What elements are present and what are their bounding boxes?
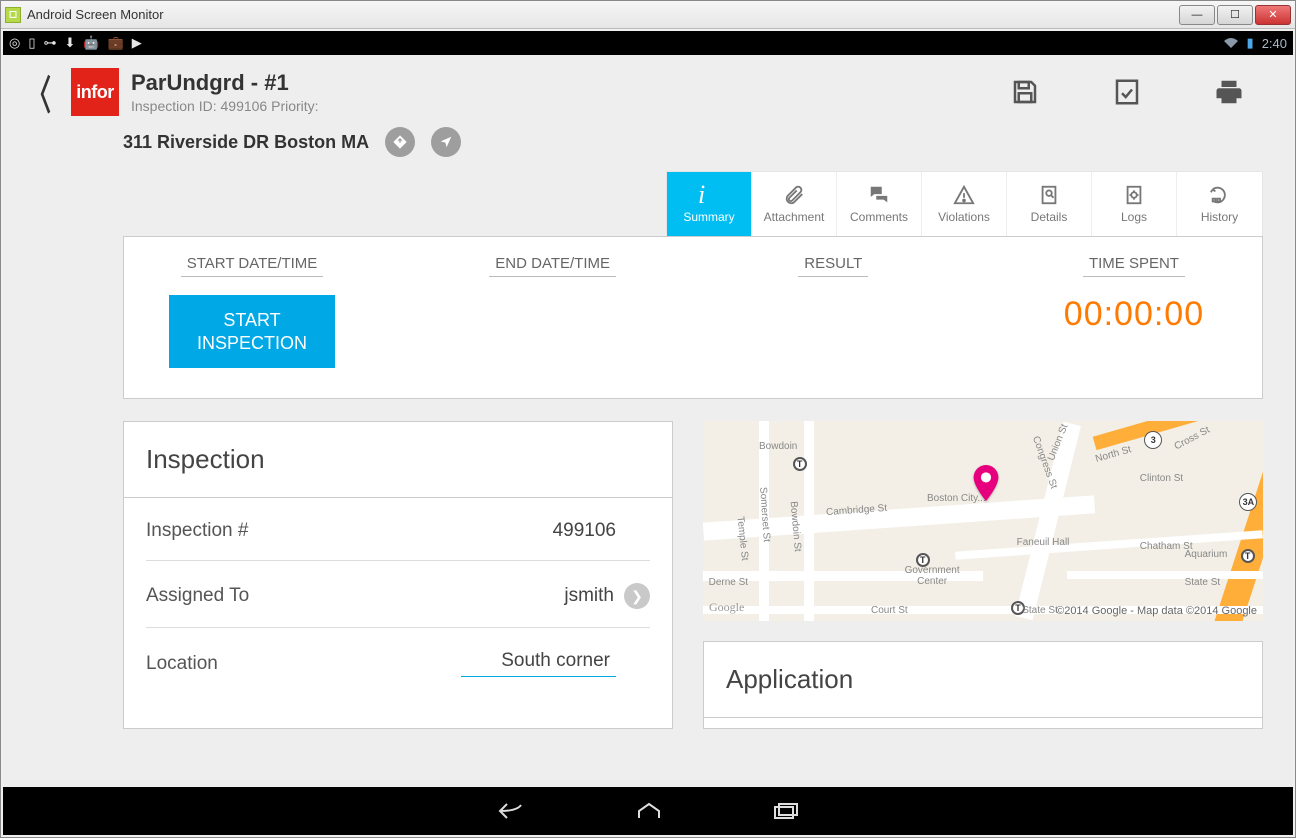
tab-label: Comments	[850, 210, 908, 224]
inspection-number-value: 499106	[553, 520, 650, 542]
chevron-right-icon[interactable]: ❯	[624, 583, 650, 609]
tab-violations[interactable]: Violations	[922, 172, 1007, 236]
application-card-title: Application	[704, 642, 1262, 718]
google-logo: Google	[709, 600, 744, 615]
map-label: State St	[1022, 605, 1058, 616]
gps-icon: ◎	[9, 35, 20, 51]
result-label: RESULT	[798, 255, 868, 277]
briefcase-icon: 💼	[108, 35, 124, 51]
info-icon: i	[698, 184, 720, 206]
inspection-card: Inspection Inspection # 499106 Assigned …	[123, 421, 673, 729]
battery-icon: ▮	[1247, 35, 1254, 51]
infor-logo: infor	[71, 68, 119, 116]
location-label: Location	[146, 653, 218, 675]
window-close-button[interactable]: ✕	[1255, 5, 1291, 25]
tab-summary[interactable]: i Summary	[667, 172, 752, 236]
tab-logs[interactable]: Logs	[1092, 172, 1177, 236]
device-icon: ▯	[28, 35, 35, 51]
inspection-number-label: Inspection #	[146, 520, 248, 542]
transit-stop-icon: T	[1241, 549, 1255, 563]
address-text: 311 Riverside DR Boston MA	[123, 132, 369, 153]
play-icon: ▶	[132, 35, 142, 51]
map-label: Bowdoin	[759, 441, 797, 452]
inspection-card-title: Inspection	[124, 422, 672, 498]
tab-label: Violations	[938, 210, 990, 224]
window-minimize-button[interactable]: —	[1179, 5, 1215, 25]
window-title: Android Screen Monitor	[27, 7, 164, 22]
map-view[interactable]: T T T T 3 3A Bowdoin Cambridge St Somers…	[703, 421, 1263, 621]
map-attribution: ©2014 Google - Map data ©2014 Google	[1056, 605, 1257, 617]
tab-label: Logs	[1121, 210, 1147, 224]
warning-icon	[953, 184, 975, 206]
assigned-to-value: jsmith	[564, 585, 614, 607]
wifi-icon	[1223, 37, 1239, 49]
map-label: Derne St	[709, 577, 748, 588]
assigned-to-label: Assigned To	[146, 585, 249, 607]
map-label: Bowdoin St	[788, 501, 803, 552]
map-label: Faneuil Hall	[1017, 537, 1070, 548]
navigate-icon[interactable]	[431, 127, 461, 157]
nav-home-icon[interactable]	[635, 801, 663, 821]
end-date-label: END DATE/TIME	[489, 255, 616, 277]
map-label: Government Center	[905, 565, 960, 587]
tab-details[interactable]: Details	[1007, 172, 1092, 236]
directions-icon[interactable]	[385, 127, 415, 157]
timer-panel: START DATE/TIME START INSPECTION END DAT…	[123, 236, 1263, 399]
tab-strip: i Summary Attachment Comments Violations	[666, 171, 1263, 236]
map-label: Cross St	[1173, 425, 1212, 453]
tab-label: Details	[1031, 210, 1068, 224]
gear-icon	[1123, 184, 1145, 206]
location-input[interactable]: South corner	[461, 650, 616, 677]
window-titlebar: ◻ Android Screen Monitor — ☐ ✕	[1, 1, 1295, 29]
comments-icon	[868, 184, 890, 206]
page-title: ParUndgrd - #1	[131, 70, 319, 96]
map-label: Court St	[871, 605, 908, 616]
time-spent-label: TIME SPENT	[1083, 255, 1185, 277]
app-icon: ◻	[5, 7, 21, 23]
map-pin-icon	[972, 465, 1000, 493]
tab-comments[interactable]: Comments	[837, 172, 922, 236]
save-icon[interactable]	[1009, 76, 1041, 108]
start-inspection-button[interactable]: START INSPECTION	[169, 295, 335, 368]
map-label: Clinton St	[1140, 473, 1183, 484]
start-date-label: START DATE/TIME	[181, 255, 324, 277]
nav-recent-icon[interactable]	[773, 802, 799, 820]
nav-back-icon[interactable]	[497, 801, 525, 821]
tab-label: Summary	[683, 210, 734, 224]
clock: 2:40	[1262, 36, 1287, 51]
paperclip-icon	[783, 184, 805, 206]
android-icon: 🤖	[83, 35, 99, 51]
android-nav-bar	[3, 787, 1293, 835]
tab-history[interactable]: History	[1177, 172, 1262, 236]
application-card: Application	[703, 641, 1263, 729]
transit-stop-icon: T	[793, 457, 807, 471]
back-button[interactable]: 〈	[27, 63, 51, 121]
download-icon: ⬇	[65, 35, 76, 51]
tab-label: History	[1201, 210, 1238, 224]
map-label: State St	[1185, 577, 1221, 588]
details-icon	[1038, 184, 1060, 206]
map-label: Aquarium	[1185, 549, 1228, 560]
key-icon: ⊶	[44, 35, 57, 51]
tab-label: Attachment	[764, 210, 825, 224]
time-spent-value: 00:00:00	[1064, 295, 1204, 334]
history-icon	[1209, 184, 1231, 206]
window-maximize-button[interactable]: ☐	[1217, 5, 1253, 25]
page-subtitle: Inspection ID: 499106 Priority:	[131, 98, 319, 114]
android-status-bar: ◎ ▯ ⊶ ⬇ 🤖 💼 ▶ ▮ 2:40	[3, 31, 1293, 55]
checklist-icon[interactable]	[1111, 76, 1143, 108]
tab-attachment[interactable]: Attachment	[752, 172, 837, 236]
route-shield-icon: 3	[1144, 431, 1162, 449]
print-icon[interactable]	[1213, 76, 1245, 108]
